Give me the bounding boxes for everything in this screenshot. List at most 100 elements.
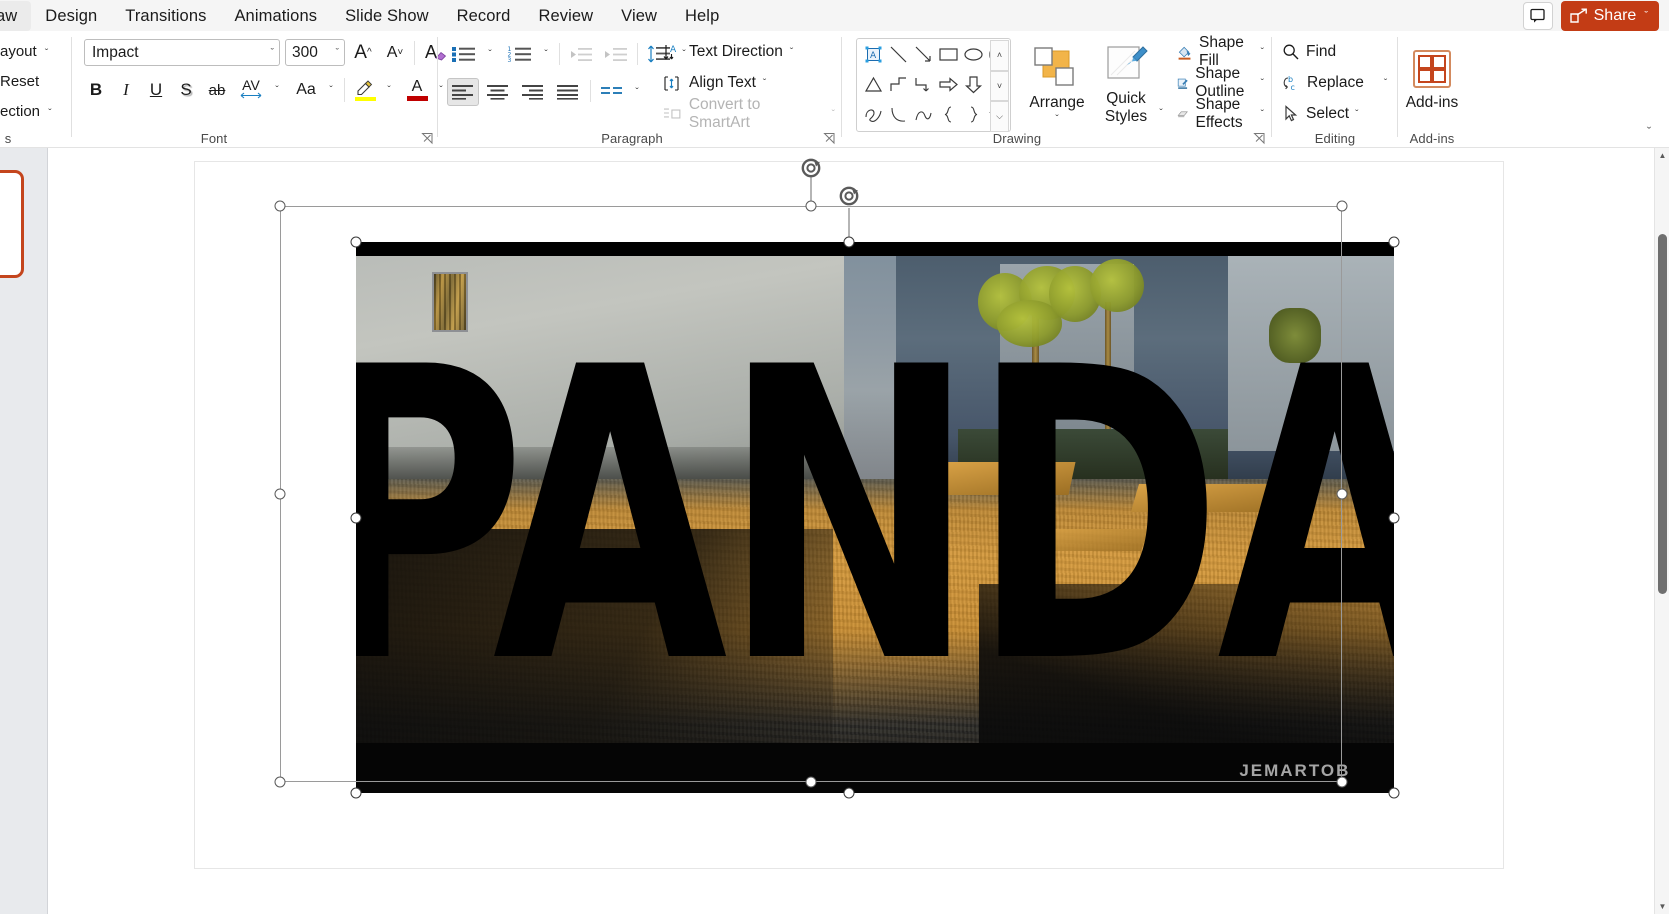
tab-review[interactable]: Review [524, 1, 607, 31]
character-spacing-button[interactable]: AV [234, 74, 268, 104]
tab-view[interactable]: View [607, 1, 671, 31]
tab-transitions[interactable]: Transitions [111, 1, 220, 31]
shape-outline-button[interactable]: Shape Outline ˇ [1172, 65, 1269, 100]
gallery-scroll-down-button[interactable]: ˅ [990, 70, 1009, 102]
tab-help[interactable]: Help [671, 1, 733, 31]
textbox-handle-se[interactable] [1336, 776, 1348, 788]
layout-button[interactable]: ayout ˇ [0, 43, 48, 60]
shape-fill-icon [1178, 46, 1191, 60]
text-shadow-button[interactable]: S [172, 76, 200, 104]
text-highlight-button[interactable] [350, 75, 380, 105]
font-name-input[interactable]: Impact ˇ [84, 39, 280, 66]
shapes-gallery[interactable]: A ˄ ˅ ⌵ [856, 38, 1011, 133]
underline-button[interactable]: U [142, 76, 170, 104]
picture-handle-s[interactable] [843, 787, 855, 799]
change-case-button[interactable]: Aa [290, 76, 322, 104]
textbox-handle-w[interactable] [274, 488, 286, 500]
justify-button[interactable] [552, 78, 584, 106]
picture-object[interactable]: JEMARTOB PANDA [356, 242, 1394, 793]
reset-button[interactable]: Reset [0, 73, 39, 90]
columns-chevron-icon[interactable]: ˇ [629, 78, 645, 106]
select-button[interactable]: Select ˇ [1278, 100, 1362, 128]
paragraph-dialog-launcher[interactable] [823, 132, 836, 145]
bullets-button[interactable] [447, 41, 481, 67]
text-direction-button[interactable]: A Text Direction ˇ [657, 38, 799, 66]
scrollbar-thumb[interactable] [1658, 234, 1667, 594]
font-size-input[interactable]: 300 ˇ [285, 39, 345, 66]
quick-styles-button[interactable]: Quick Styles [1093, 38, 1159, 132]
scroll-up-button[interactable]: ▲ [1655, 148, 1669, 163]
textbox-handle-nw[interactable] [274, 200, 286, 212]
quick-styles-chevron-icon[interactable]: ˇ [1153, 103, 1169, 123]
ribbon-tab-bar: aw Design Transitions Animations Slide S… [0, 0, 1669, 31]
picture-rotate-handle[interactable] [838, 185, 860, 207]
share-chevron-icon[interactable]: ˇ [1644, 10, 1648, 22]
shape-fill-button[interactable]: Shape Fill ˇ [1172, 34, 1269, 69]
picture-handle-sw[interactable] [350, 787, 362, 799]
strikethrough-button[interactable]: ab [202, 76, 232, 104]
align-center-button[interactable] [482, 78, 514, 106]
textbox-handle-e[interactable] [1336, 488, 1348, 500]
picture-handle-n[interactable] [843, 236, 855, 248]
character-spacing-chevron-icon[interactable]: ˇ [269, 76, 285, 104]
slide-thumbnail-1[interactable] [0, 170, 24, 278]
ribbon: ayout ˇ Reset ection ˇ s Impact ˇ 300 ˇ … [0, 31, 1669, 148]
section-button[interactable]: ection ˇ [0, 103, 52, 120]
textbox-handle-sw[interactable] [274, 776, 286, 788]
decrease-indent-icon [571, 47, 592, 61]
smartart-chevron-icon: ˇ [831, 108, 835, 120]
highlight-chevron-icon[interactable]: ˇ [381, 76, 397, 104]
increase-indent-button[interactable] [600, 41, 632, 67]
smartart-icon [663, 107, 681, 119]
align-right-button[interactable] [517, 78, 549, 106]
picture-handle-ne[interactable] [1388, 236, 1400, 248]
italic-button[interactable]: I [112, 76, 140, 104]
drawing-dialog-launcher[interactable] [1253, 132, 1266, 145]
picture-handle-e[interactable] [1388, 512, 1400, 523]
numbering-chevron-icon[interactable]: ˇ [538, 41, 554, 67]
scroll-down-button[interactable]: ▼ [1655, 899, 1669, 914]
slide-surface[interactable]: JEMARTOB PANDA [194, 158, 1504, 869]
slide-thumbnail-pane[interactable] [0, 148, 48, 914]
collapse-ribbon-button[interactable]: ˇ [1639, 121, 1659, 141]
align-left-button[interactable] [447, 78, 479, 106]
increase-font-size-button[interactable]: A ^ [348, 39, 378, 66]
textbox-rotate-handle[interactable] [800, 157, 822, 179]
slide-canvas-area[interactable]: JEMARTOB PANDA [48, 148, 1669, 914]
textbox-handle-ne[interactable] [1336, 200, 1348, 212]
arrange-button[interactable]: Arrange ˇ [1023, 38, 1091, 132]
decrease-indent-button[interactable] [565, 41, 597, 67]
picture-handle-nw[interactable] [350, 236, 362, 248]
change-case-chevron-icon[interactable]: ˇ [323, 76, 339, 104]
gallery-scroll-up-button[interactable]: ˄ [990, 40, 1009, 71]
arrange-chevron-icon: ˇ [1055, 113, 1059, 125]
font-dialog-launcher[interactable] [421, 132, 434, 145]
textbox-handle-s[interactable] [805, 776, 817, 788]
replace-button[interactable]: b c Replace ˇ [1278, 69, 1391, 97]
tab-draw[interactable]: aw [0, 0, 32, 31]
numbering-button[interactable]: 1 2 3 [503, 41, 537, 67]
panda-text-overlay[interactable]: PANDA [356, 242, 1394, 793]
quick-styles-label-1: Quick [1106, 90, 1146, 107]
vertical-scrollbar[interactable]: ▲ ▼ [1654, 148, 1669, 914]
textbox-handle-n[interactable] [805, 200, 817, 212]
picture-handle-se[interactable] [1388, 787, 1400, 799]
font-color-button[interactable]: A [402, 75, 432, 105]
decrease-font-size-button[interactable]: A ˅ [380, 39, 410, 66]
picture-handle-w[interactable] [350, 512, 362, 523]
tab-animations[interactable]: Animations [220, 1, 331, 31]
comments-button[interactable] [1522, 1, 1553, 30]
align-text-button[interactable]: Align Text ˇ [657, 69, 772, 97]
bold-button[interactable]: B [82, 76, 110, 104]
bullets-chevron-icon[interactable]: ˇ [482, 41, 498, 67]
share-button[interactable]: Share ˇ [1560, 0, 1659, 31]
tab-slide-show[interactable]: Slide Show [331, 1, 443, 31]
svg-text:c: c [1291, 83, 1295, 92]
tab-design[interactable]: Design [31, 1, 111, 31]
gallery-more-button[interactable]: ⌵ [990, 101, 1009, 133]
shape-effects-button[interactable]: Shape Effects ˇ [1172, 96, 1269, 131]
find-button[interactable]: Find [1278, 38, 1340, 66]
addins-button[interactable]: Add-ins [1399, 41, 1465, 119]
columns-button[interactable] [596, 78, 628, 106]
tab-record[interactable]: Record [443, 1, 525, 31]
